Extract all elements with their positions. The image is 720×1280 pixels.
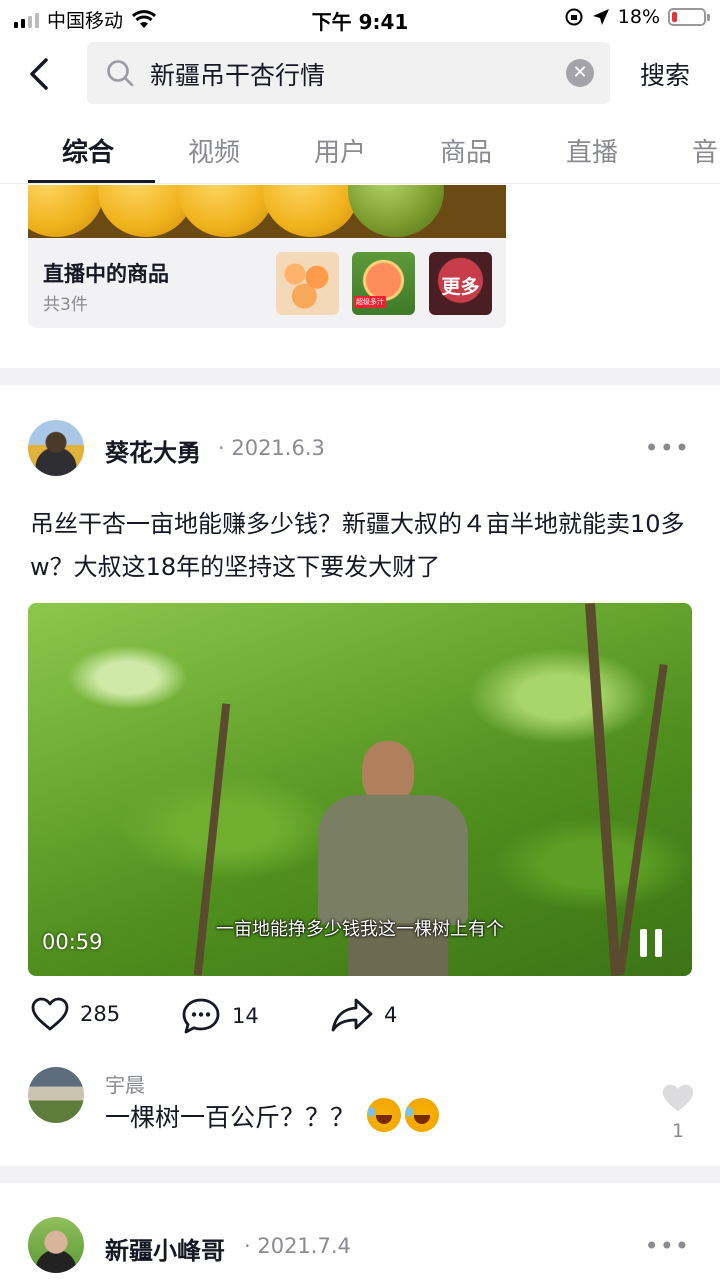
comment-count: 14 — [232, 1004, 259, 1028]
post-date: · 2021.6.3 — [218, 436, 325, 460]
comment-button[interactable]: 14 — [180, 996, 259, 1036]
search-header: 新疆吊干杏行情 ✕ 搜索 — [0, 42, 720, 106]
post-date: · 2021.7.4 — [244, 1234, 351, 1258]
section-divider — [0, 368, 720, 385]
comment-text[interactable]: 一棵树一百公斤？？？ — [105, 1098, 439, 1134]
search-query: 新疆吊干杏行情 — [150, 61, 326, 90]
active-tab-indicator — [28, 180, 155, 183]
share-count: 4 — [384, 1003, 398, 1027]
live-cover-image[interactable] — [28, 185, 506, 238]
tab-music[interactable]: 音 — [692, 132, 718, 169]
goods-tag: 超级多汁 — [354, 296, 386, 308]
back-icon[interactable] — [22, 54, 58, 94]
comment-user[interactable]: 宇晨 — [105, 1069, 145, 1098]
goods-thumb-apricots[interactable] — [276, 252, 339, 315]
comment-like-count: 1 — [671, 1120, 685, 1142]
goods-thumb-peach[interactable]: 超级多汁 — [352, 252, 415, 315]
tab-users[interactable]: 用户 — [314, 132, 366, 169]
video-player[interactable]: 一亩地能挣多少钱我这一棵树上有个 00:59 — [28, 603, 692, 976]
search-button[interactable]: 搜索 — [640, 56, 690, 92]
more-goods-label: 更多 — [441, 276, 480, 298]
status-bar: 中国移动 下午 9:41 18% — [0, 0, 720, 36]
more-icon[interactable]: ••• — [645, 434, 690, 462]
like-count: 285 — [80, 1002, 121, 1026]
search-input[interactable]: 新疆吊干杏行情 ✕ — [87, 42, 610, 104]
section-divider — [0, 1166, 720, 1183]
video-duration: 00:59 — [42, 930, 103, 954]
goods-count: 共3件 — [43, 295, 88, 315]
tab-video[interactable]: 视频 — [188, 132, 240, 169]
video-subtitle: 一亩地能挣多少钱我这一棵树上有个 — [216, 919, 504, 940]
search-icon — [107, 60, 134, 87]
avatar[interactable] — [28, 1217, 84, 1273]
comment-icon — [182, 998, 220, 1034]
orientation-lock-icon — [565, 8, 583, 26]
avatar[interactable] — [28, 420, 84, 476]
location-icon — [592, 9, 609, 25]
battery-icon — [668, 8, 710, 26]
laugh-cry-emoji-icon — [404, 1098, 439, 1132]
tab-goods[interactable]: 商品 — [440, 132, 492, 169]
live-goods-card[interactable]: 直播中的商品 共3件 超级多汁 更多 — [28, 238, 506, 328]
share-button[interactable]: 4 — [330, 996, 397, 1034]
battery-percent: 18% — [617, 6, 660, 28]
like-button[interactable]: 285 — [30, 996, 120, 1032]
post-caption[interactable]: 吊丝干杏一亩地能赚多少钱？新疆大叔的４亩半地就能卖10多w？大叔这18年的坚持这… — [30, 503, 690, 589]
comment-body: 一棵树一百公斤？？？ — [105, 1103, 356, 1132]
goods-thumb-more[interactable]: 更多 — [429, 252, 492, 315]
post-author[interactable]: 葵花大勇 — [105, 433, 201, 468]
post-actions: 285 14 4 — [0, 996, 720, 1042]
avatar[interactable] — [28, 1067, 84, 1123]
goods-card-title: 直播中的商品 — [43, 262, 169, 286]
tab-live[interactable]: 直播 — [566, 132, 618, 169]
result-tabs: 综合 视频 用户 商品 直播 音 — [0, 118, 720, 184]
post-author[interactable]: 新疆小峰哥 — [105, 1231, 225, 1266]
pause-icon[interactable] — [640, 929, 664, 957]
like-icon — [31, 997, 69, 1031]
clear-icon[interactable]: ✕ — [566, 59, 594, 87]
laugh-cry-emoji-icon — [366, 1098, 401, 1132]
comment-like-icon[interactable] — [660, 1082, 696, 1114]
tab-all[interactable]: 综合 — [62, 132, 114, 169]
more-icon[interactable]: ••• — [645, 1232, 690, 1260]
share-icon — [331, 998, 373, 1032]
